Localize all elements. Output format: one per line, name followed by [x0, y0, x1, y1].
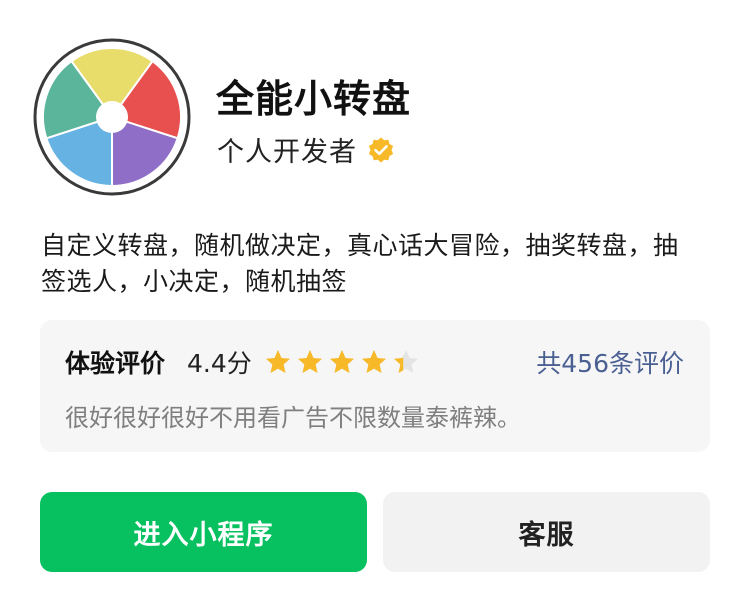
- review-count-link[interactable]: 共456条评价: [536, 344, 684, 380]
- star-icon: [361, 350, 386, 373]
- rating-stars: [264, 348, 424, 376]
- rating-card[interactable]: 体验评价 4.4分 共456条评价 很好很好很好不用看广告不限数量泰裤辣。: [40, 320, 710, 452]
- star-icon: [265, 350, 290, 373]
- rating-score: 4.4分: [187, 349, 252, 378]
- app-logo: [33, 38, 191, 196]
- star-icon: [329, 350, 354, 373]
- rating-header: 体验评价 4.4分: [65, 344, 424, 380]
- review-snippet: 很好很好很好不用看广告不限数量泰裤辣。: [65, 404, 521, 432]
- developer-row: 个人开发者: [217, 130, 395, 169]
- star-icon: [393, 350, 418, 373]
- enter-miniprogram-button[interactable]: 进入小程序: [40, 492, 367, 572]
- app-description: 自定义转盘，随机做决定，真心话大冒险，抽奖转盘，抽签选人，小决定，随机抽签: [41, 231, 679, 296]
- customer-service-button[interactable]: 客服: [383, 492, 710, 572]
- star-icon: [297, 350, 322, 373]
- rating-label: 体验评价: [65, 349, 166, 378]
- app-title: 全能小转盘: [216, 77, 412, 121]
- verified-badge-icon: [367, 136, 395, 164]
- developer-name: 个人开发者: [217, 137, 357, 168]
- spinning-wheel-icon: [33, 38, 191, 196]
